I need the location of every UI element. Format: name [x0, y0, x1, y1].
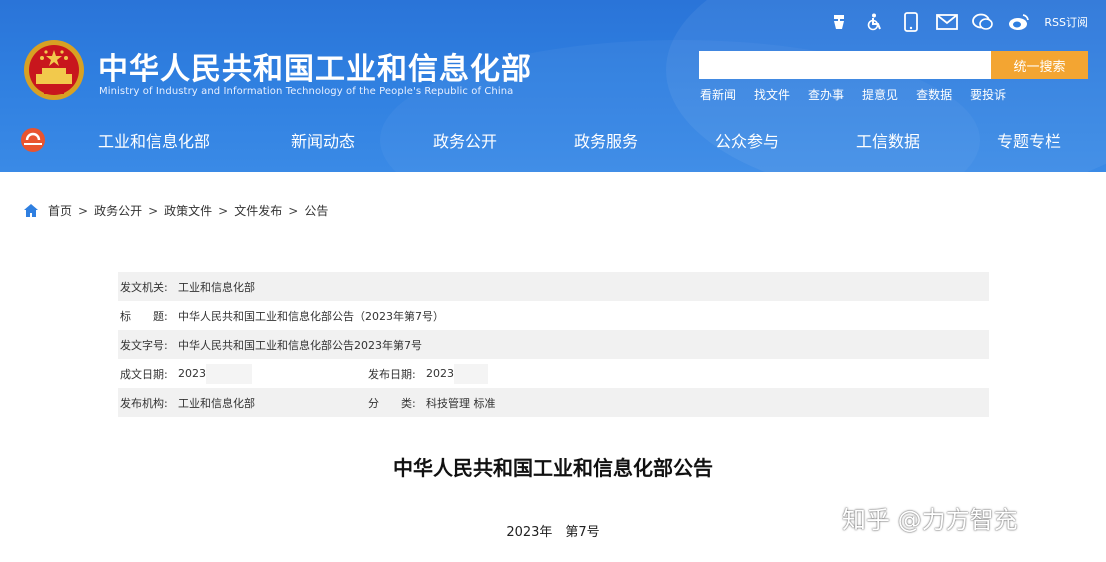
main-nav: 工业和信息化部 新闻动态 政务公开 政务服务 公众参与 工信数据 专题专栏: [0, 117, 1106, 161]
miit-logo-icon[interactable]: [18, 125, 48, 155]
info-value: 工业和信息化部: [178, 396, 255, 410]
site-title[interactable]: 中华人民共和国工业和信息化部: [98, 44, 532, 88]
nav-news[interactable]: 新闻动态: [291, 128, 355, 152]
info-value: 2023: [178, 367, 206, 380]
wheelchair-icon[interactable]: [864, 11, 886, 33]
breadcrumb-file-release[interactable]: 文件发布: [234, 202, 282, 219]
info-label: 成文日期:: [120, 367, 168, 381]
redacted-region: [454, 363, 488, 384]
quick-link-services[interactable]: 查办事: [808, 86, 844, 103]
nav-gov-services[interactable]: 政务服务: [574, 128, 638, 152]
info-cell-category: 分 类: 科技管理 标准: [366, 395, 496, 411]
breadcrumb-home[interactable]: 首页: [48, 202, 72, 219]
search-bar: 统一搜索: [699, 51, 1088, 79]
info-row-title: 标 题: 中华人民共和国工业和信息化部公告（2023年第7号）: [118, 301, 989, 330]
quick-links: 看新闻 找文件 查办事 提意见 查数据 要投诉: [700, 86, 1006, 103]
info-label: 发布日期:: [368, 367, 416, 381]
national-emblem-icon: [24, 40, 84, 100]
accessibility-tool-icon[interactable]: [828, 11, 850, 33]
top-icon-bar: RSS订阅: [828, 10, 1088, 34]
rss-subscribe-link[interactable]: RSS订阅: [1044, 14, 1088, 30]
mobile-icon[interactable]: [900, 11, 922, 33]
info-cell-org: 发布机构: 工业和信息化部: [118, 395, 366, 411]
watermark: 知乎 @力方智充: [842, 506, 1018, 534]
info-label: 发文机关:: [120, 280, 168, 294]
info-label: 发布机构:: [120, 396, 168, 410]
quick-link-feedback[interactable]: 提意见: [862, 86, 898, 103]
info-value: 2023: [426, 367, 454, 380]
unified-search-button[interactable]: 统一搜索: [991, 51, 1088, 79]
document-title: 中华人民共和国工业和信息化部公告: [393, 456, 713, 480]
breadcrumb-gov-affairs[interactable]: 政务公开: [94, 202, 142, 219]
quick-link-files[interactable]: 找文件: [754, 86, 790, 103]
nav-public-participation[interactable]: 公众参与: [715, 128, 779, 152]
site-header: 中华人民共和国工业和信息化部 Ministry of Industry and …: [0, 0, 1106, 172]
breadcrumb-announcement[interactable]: 公告: [304, 202, 328, 219]
info-row-org: 发布机构: 工业和信息化部 分 类: 科技管理 标准: [118, 388, 989, 417]
quick-link-data[interactable]: 查数据: [916, 86, 952, 103]
info-label: 分 类:: [368, 396, 416, 410]
info-label: 标 题:: [120, 309, 168, 323]
breadcrumb-separator: >: [148, 203, 159, 218]
search-input[interactable]: [699, 51, 991, 79]
breadcrumb: 首页 > 政务公开 > 政策文件 > 文件发布 > 公告: [24, 202, 328, 219]
breadcrumb-separator: >: [78, 203, 89, 218]
mail-icon[interactable]: [936, 11, 959, 33]
info-value: 工业和信息化部: [178, 280, 255, 294]
breadcrumb-separator: >: [288, 203, 299, 218]
nav-topics[interactable]: 专题专栏: [997, 128, 1061, 152]
nav-gov-affairs[interactable]: 政务公开: [433, 128, 497, 152]
home-icon[interactable]: [24, 204, 38, 217]
redacted-region: [206, 363, 252, 384]
info-value: 科技管理 标准: [426, 396, 496, 410]
quick-link-news[interactable]: 看新闻: [700, 86, 736, 103]
info-label: 发文字号:: [120, 338, 168, 352]
nav-miit[interactable]: 工业和信息化部: [98, 128, 210, 152]
breadcrumb-separator: >: [218, 203, 229, 218]
info-row-issuer: 发文机关: 工业和信息化部: [118, 272, 989, 301]
quick-link-complaint[interactable]: 要投诉: [970, 86, 1006, 103]
info-row-docno: 发文字号: 中华人民共和国工业和信息化部公告2023年第7号: [118, 330, 989, 359]
info-row-dates: 成文日期: 2023 发布日期: 2023: [118, 359, 989, 388]
info-value: 中华人民共和国工业和信息化部公告（2023年第7号）: [178, 309, 444, 323]
breadcrumb-policy-files[interactable]: 政策文件: [164, 202, 212, 219]
info-cell-date: 成文日期: 2023: [118, 363, 366, 384]
site-title-english: Ministry of Industry and Information Tec…: [99, 86, 514, 97]
info-cell-pubdate: 发布日期: 2023: [366, 363, 488, 384]
weibo-icon[interactable]: [1008, 11, 1030, 33]
nav-data[interactable]: 工信数据: [856, 128, 920, 152]
wechat-icon[interactable]: [972, 11, 994, 33]
document-info-table: 发文机关: 工业和信息化部 标 题: 中华人民共和国工业和信息化部公告（2023…: [118, 272, 989, 417]
info-value: 中华人民共和国工业和信息化部公告2023年第7号: [178, 338, 422, 352]
